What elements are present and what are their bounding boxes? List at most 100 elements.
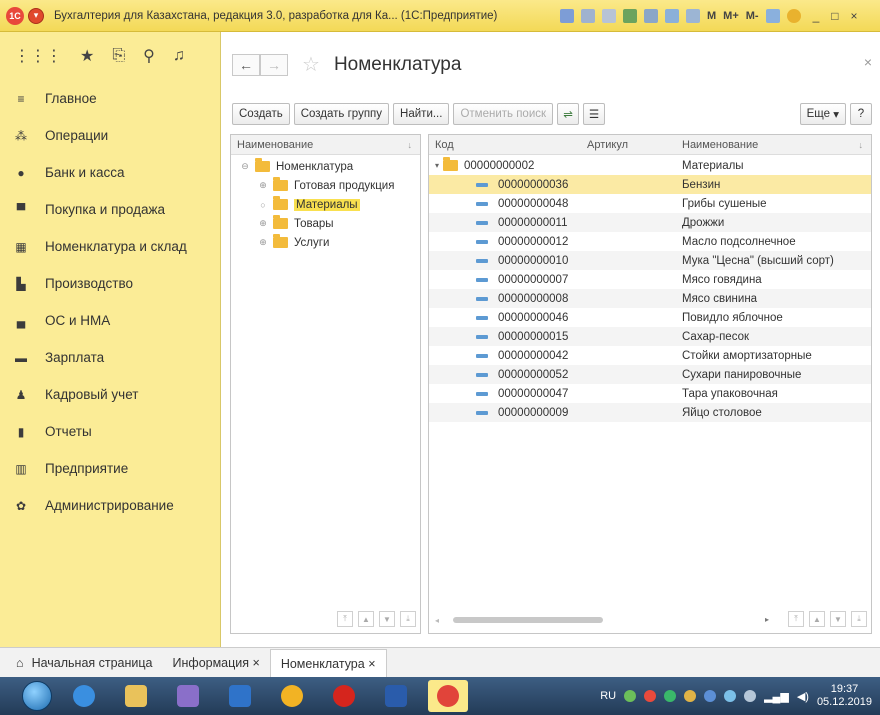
expander-icon[interactable]: ⊕ (257, 180, 269, 191)
sidebar-item-bank[interactable]: ● Банк и касса (0, 154, 220, 191)
memory-plus-button[interactable]: M+ (723, 10, 739, 22)
horizontal-scrollbar[interactable]: ◂ (435, 613, 735, 627)
antivirus-icon[interactable] (644, 690, 657, 702)
bell-icon[interactable]: ♫ (173, 47, 185, 65)
tab-information[interactable]: Информация × (163, 649, 270, 677)
sidebar-item-assets[interactable]: ▄ ОС и НМА (0, 302, 220, 339)
help-button[interactable]: ? (850, 103, 872, 125)
calendar-icon[interactable] (686, 8, 700, 23)
col-article[interactable]: Артикул (581, 139, 676, 151)
back-button[interactable]: ← (232, 53, 260, 76)
calculator-icon[interactable] (665, 8, 679, 23)
sidebar-item-salary[interactable]: ▬ Зарплата (0, 339, 220, 376)
sidebar-item-hr[interactable]: ♟ Кадровый учет (0, 376, 220, 413)
scroll-up-icon[interactable]: ▲ (358, 611, 374, 627)
explorer-app[interactable] (116, 680, 156, 712)
search-icon[interactable]: ⚲ (143, 46, 155, 66)
shield-icon[interactable] (664, 690, 677, 702)
users-icon[interactable] (623, 8, 637, 23)
find-button[interactable]: Найти... (393, 103, 450, 125)
info-icon[interactable] (786, 8, 801, 23)
scroll-down-icon[interactable]: ▼ (379, 611, 395, 627)
tree-row[interactable]: ⊕ Услуги (231, 233, 420, 252)
list-row[interactable]: 00000000046 Повидло яблочное (429, 308, 871, 327)
col-code[interactable]: Код (429, 139, 581, 151)
print-icon[interactable] (581, 8, 595, 23)
clock[interactable]: 19:37 05.12.2019 (817, 683, 872, 709)
network-icon[interactable] (624, 690, 637, 702)
apps-grid-icon[interactable]: ⋮⋮⋮ (14, 46, 62, 66)
memory-minus-button[interactable]: M- (746, 10, 759, 22)
scroll-bottom-icon[interactable]: ⤓ (400, 611, 416, 627)
expand-icon[interactable]: ▾ (435, 161, 439, 170)
connection-icon[interactable] (744, 690, 757, 702)
chrome-app[interactable] (272, 680, 312, 712)
app-logo-icon[interactable]: 1C (6, 6, 24, 25)
list-row[interactable]: 00000000036 Бензин (429, 175, 871, 194)
tree-row[interactable]: ⊕ Готовая продукция (231, 176, 420, 195)
forward-button[interactable]: → (260, 53, 288, 76)
user-tray-icon[interactable] (684, 690, 697, 702)
scroll-top-icon[interactable]: ⤒ (337, 611, 353, 627)
col-name[interactable]: Наименование (676, 139, 871, 151)
sidebar-item-reports[interactable]: ▮ Отчеты (0, 413, 220, 450)
sidebar-item-enterprise[interactable]: ▥ Предприятие (0, 450, 220, 487)
list-row[interactable]: 00000000047 Тара упаковочная (429, 384, 871, 403)
scroll-top-icon[interactable]: ⤒ (788, 611, 804, 627)
sidebar-item-production[interactable]: ▙ Производство (0, 265, 220, 302)
start-button[interactable] (22, 681, 52, 711)
list-row[interactable]: 00000000010 Мука "Цесна" (высший сорт) (429, 251, 871, 270)
close-button[interactable]: × (851, 9, 858, 23)
cloud-icon[interactable] (724, 690, 737, 702)
opera-app[interactable] (324, 680, 364, 712)
outlook-app[interactable] (220, 680, 260, 712)
display-icon[interactable] (704, 690, 717, 702)
memory-button[interactable]: M (707, 10, 716, 22)
preview-icon[interactable] (602, 8, 616, 23)
volume-icon[interactable]: ◀) (797, 690, 809, 703)
sidebar-item-operations[interactable]: ⁂ Операции (0, 117, 220, 154)
tree-header-label[interactable]: Наименование (231, 139, 313, 151)
list-row[interactable]: 00000000009 Яйцо столовое (429, 403, 871, 422)
scroll-bottom-icon[interactable]: ⤓ (851, 611, 867, 627)
cancel-search-button[interactable]: Отменить поиск (453, 103, 554, 125)
window-icon[interactable] (765, 8, 780, 23)
list-row[interactable]: 00000000042 Стойки амортизаторные (429, 346, 871, 365)
list-row[interactable]: 00000000048 Грибы сушеные (429, 194, 871, 213)
list-row[interactable]: 00000000052 Сухари панировочные (429, 365, 871, 384)
scroll-left-icon[interactable]: ◂ (435, 616, 439, 625)
expander-icon[interactable]: ○ (257, 200, 269, 210)
history-icon[interactable]: ⎘ (112, 47, 125, 65)
create-button[interactable]: Создать (232, 103, 290, 125)
sidebar-item-main[interactable]: ≡ Главное (0, 80, 220, 117)
tab-nomenclature[interactable]: Номенклатура × (269, 649, 387, 677)
link-icon[interactable] (644, 8, 658, 23)
signal-icon[interactable]: ▂▄▆ (764, 690, 789, 703)
tree-row[interactable]: ⊕ Товары (231, 214, 420, 233)
favorites-star-icon[interactable]: ★ (80, 46, 94, 66)
scroll-right-icon[interactable]: ▸ (765, 615, 769, 624)
expander-icon[interactable]: ⊕ (257, 237, 269, 248)
create-group-button[interactable]: Создать группу (293, 103, 390, 125)
list-mode-icon[interactable]: ☰ (583, 103, 606, 125)
list-row[interactable]: 00000000015 Сахар-песок (429, 327, 871, 346)
tree-row[interactable]: ⊖ Номенклатура (231, 157, 420, 176)
sidebar-item-purchases[interactable]: ▀ Покупка и продажа (0, 191, 220, 228)
ie-app[interactable] (64, 680, 104, 712)
main-menu-button[interactable]: ▾ (28, 7, 44, 24)
form-close-icon[interactable]: × (864, 54, 872, 70)
scroll-up-icon[interactable]: ▲ (809, 611, 825, 627)
scroll-down-icon[interactable]: ▼ (830, 611, 846, 627)
language-indicator[interactable]: RU (600, 690, 616, 702)
sidebar-item-nomenclature[interactable]: ▦ Номенклатура и склад (0, 228, 220, 265)
favorite-star-icon[interactable]: ☆ (302, 52, 320, 77)
1c-app[interactable] (428, 680, 468, 712)
more-button[interactable]: Еще ▾ (799, 103, 846, 125)
group-row[interactable]: ▾ 00000000002 Материалы (429, 156, 871, 175)
scroll-thumb[interactable] (453, 617, 604, 623)
list-row[interactable]: 00000000011 Дрожжи (429, 213, 871, 232)
word-app[interactable] (376, 680, 416, 712)
list-row[interactable]: 00000000008 Мясо свинина (429, 289, 871, 308)
list-row[interactable]: 00000000012 Масло подсолнечное (429, 232, 871, 251)
minimize-button[interactable]: _ (813, 9, 820, 23)
